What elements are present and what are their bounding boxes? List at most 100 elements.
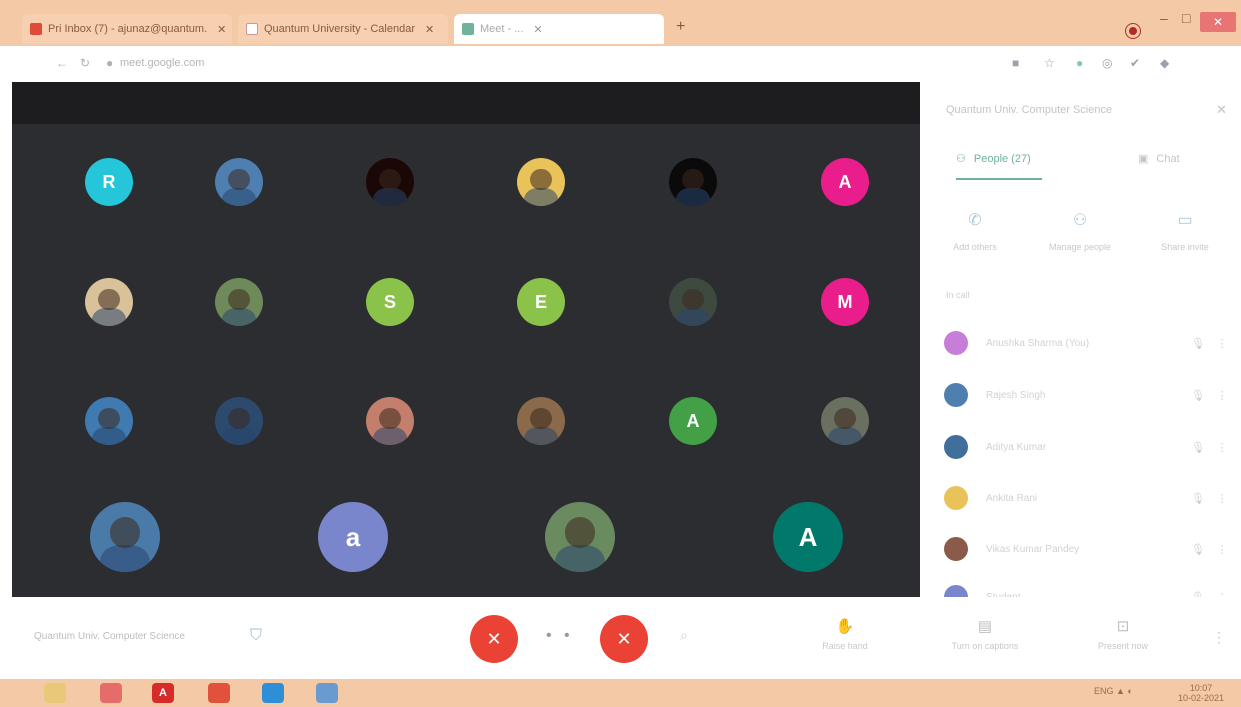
more-options-icon[interactable]: ⋮	[1210, 543, 1234, 556]
add-others-button[interactable]: ✆ Add others	[930, 210, 1020, 252]
participant-list-item[interactable]: Ankita Rani 🎙 ⋮	[944, 483, 1234, 513]
browser-tab-calendar[interactable]: Quantum University - Calendar ✕	[238, 14, 448, 44]
mic-icon[interactable]: 🎙	[1186, 389, 1210, 402]
action-label: Turn on captions	[951, 641, 1019, 651]
firefox-icon[interactable]	[100, 683, 122, 703]
reload-icon[interactable]: ↻	[80, 56, 90, 70]
participant-photo-avatar[interactable]	[85, 278, 133, 326]
extension-icon[interactable]: ●	[1076, 56, 1083, 70]
participant-photo-avatar[interactable]	[215, 397, 263, 445]
avatar-initial: R	[102, 171, 116, 192]
clock[interactable]: 10:07 10-02-2021	[1178, 683, 1224, 703]
participant-list-item[interactable]: Rajesh Singh 🎙 ⋮	[944, 380, 1234, 410]
participant-initial-avatar[interactable]: a	[318, 502, 388, 572]
shield-icon[interactable]: ⛉	[250, 627, 262, 645]
participant-list-item[interactable]: Anushka Sharma (You) 🎙 ⋮	[944, 328, 1234, 358]
file-explorer-icon[interactable]	[44, 683, 66, 703]
participant-initial-avatar[interactable]: M	[821, 278, 869, 326]
avatar-initial: E	[534, 291, 547, 312]
back-icon[interactable]: ←	[56, 56, 68, 70]
mic-icon[interactable]: 🎙	[1186, 543, 1210, 556]
close-icon[interactable]: ✕	[425, 23, 434, 36]
avatar	[944, 383, 968, 407]
participant-initial-avatar[interactable]: S	[366, 278, 414, 326]
participant-initial-avatar[interactable]: R	[85, 158, 133, 206]
participant-photo-avatar[interactable]	[669, 278, 717, 326]
camera-icon[interactable]: ■	[1012, 56, 1019, 70]
people-panel: Quantum Univ. Computer Science ✕ ⚇ Peopl…	[930, 82, 1241, 609]
system-tray[interactable]: ENG ▲ ◐	[1094, 686, 1133, 696]
extension-icon[interactable]: ✔	[1130, 56, 1140, 70]
participant-photo-avatar[interactable]	[366, 158, 414, 206]
participant-initial-avatar[interactable]: A	[821, 158, 869, 206]
mic-icon[interactable]: 🎙	[1186, 441, 1210, 454]
more-options-icon[interactable]: ⋮	[1210, 441, 1234, 454]
action-label: Present now	[1097, 641, 1149, 651]
share-invite-button[interactable]: ▭ Share invite	[1140, 210, 1230, 252]
more-options-icon[interactable]: ⋮	[1210, 337, 1234, 350]
participant-initial-avatar[interactable]: A	[669, 397, 717, 445]
more-options-icon[interactable]: ⋮	[1210, 492, 1234, 505]
profile-icon[interactable]: ◆	[1160, 56, 1169, 70]
more-options-icon[interactable]: ⋮	[1210, 389, 1234, 402]
maximize-button[interactable]: □	[1182, 10, 1190, 26]
participant-initial-avatar[interactable]: A	[773, 502, 843, 572]
panel-title: Quantum Univ. Computer Science	[946, 104, 1113, 116]
url-field[interactable]: meet.google.com	[120, 57, 204, 69]
present-button[interactable]: ⊡ Present now	[1078, 617, 1168, 651]
raise-hand-button[interactable]: ✋ Raise hand	[800, 617, 890, 651]
tab-people-label: People (27)	[973, 152, 1031, 165]
camera-toggle-button[interactable]: ✕	[600, 615, 648, 663]
browser-tab-meet[interactable]: Meet - ... ✕	[454, 14, 664, 44]
mic-toggle-button[interactable]: ✕	[470, 615, 518, 663]
participant-initial-avatar[interactable]: E	[517, 278, 565, 326]
more-options-icon[interactable]: ⋮	[1212, 629, 1226, 646]
close-icon[interactable]: ✕	[1216, 102, 1227, 118]
participant-photo-avatar[interactable]	[366, 397, 414, 445]
participant-photo-avatar[interactable]	[669, 158, 717, 206]
clock-time: 10:07	[1189, 683, 1213, 693]
tab-label: Quantum University - Calendar	[264, 23, 416, 35]
participant-name: Vikas Kumar Pandey	[986, 543, 1080, 555]
mic-icon[interactable]: 🎙	[1186, 492, 1210, 505]
minimize-button[interactable]: –	[1160, 10, 1168, 26]
star-icon[interactable]: ☆	[1044, 56, 1055, 70]
people-icon: ⚇	[956, 153, 966, 165]
mic-icon[interactable]: 🎙	[1186, 337, 1210, 350]
action-label: Share invite	[1161, 242, 1209, 252]
participant-list-item[interactable]: Vikas Kumar Pandey 🎙 ⋮	[944, 534, 1234, 564]
close-icon[interactable]: ✕	[217, 23, 226, 36]
participant-photo-avatar[interactable]	[85, 397, 133, 445]
settings-icon[interactable]: ⌕	[680, 627, 688, 644]
captions-button[interactable]: ▤ Turn on captions	[940, 617, 1030, 651]
section-label: In call	[946, 290, 970, 300]
tab-chat-label: Chat	[1156, 152, 1180, 165]
avatar-initial: A	[686, 410, 700, 431]
tab-people[interactable]: ⚇ People (27)	[956, 152, 1031, 166]
browser-tab-inbox[interactable]: Pri Inbox (7) - ajunaz@quantum. ✕	[22, 14, 232, 44]
new-tab-button[interactable]: +	[676, 18, 685, 36]
chat-icon: ▣	[1138, 153, 1149, 165]
close-icon[interactable]: ✕	[533, 23, 542, 36]
participant-name: Anushka Sharma (You)	[986, 337, 1090, 349]
tab-chat[interactable]: ▣ Chat	[1138, 152, 1180, 166]
avatar	[944, 331, 968, 355]
participant-photo-avatar[interactable]	[821, 397, 869, 445]
active-tab-indicator	[956, 178, 1042, 180]
manage-people-button[interactable]: ⚇ Manage people	[1035, 210, 1125, 252]
participant-list-item[interactable]: Aditya Kumar 🎙 ⋮	[944, 432, 1234, 462]
participant-photo-avatar[interactable]	[545, 502, 615, 572]
participant-photo-avatar[interactable]	[215, 278, 263, 326]
participant-photo-avatar[interactable]	[517, 158, 565, 206]
participant-photo-avatar[interactable]	[517, 397, 565, 445]
edge-icon[interactable]	[262, 683, 284, 703]
participant-photo-avatar[interactable]	[215, 158, 263, 206]
participant-photo-avatar[interactable]	[90, 502, 160, 572]
extension-icon[interactable]: ◎	[1102, 56, 1112, 70]
photos-icon[interactable]	[316, 683, 338, 703]
window-close-button[interactable]: ✕	[1200, 12, 1236, 32]
recording-icon	[1126, 24, 1140, 38]
meeting-name: Quantum Univ. Computer Science	[34, 631, 185, 642]
chrome-icon[interactable]	[208, 683, 230, 703]
acrobat-icon[interactable]: A	[152, 683, 174, 703]
